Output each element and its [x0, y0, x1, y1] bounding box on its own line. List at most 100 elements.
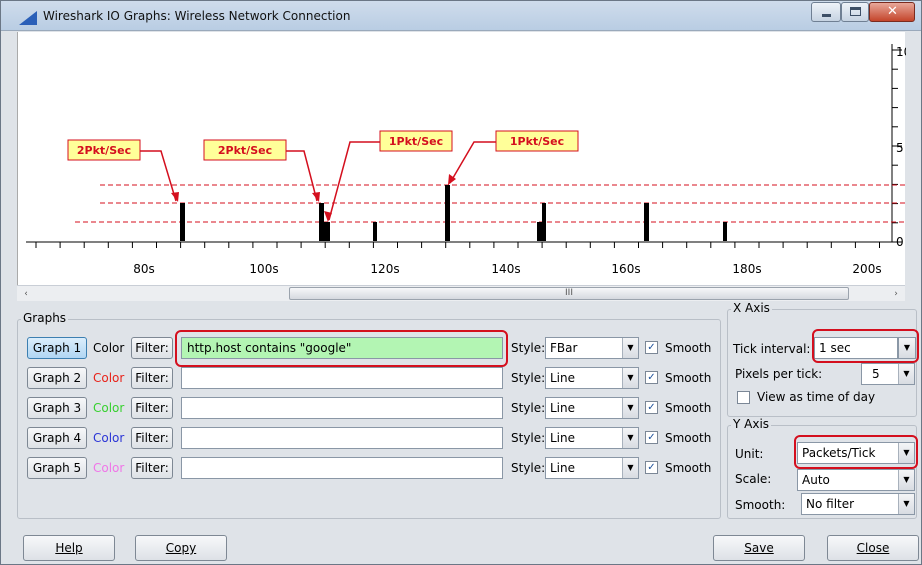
- bar-163s: [644, 203, 649, 241]
- pixels-per-tick-select[interactable]: 5 ▼: [861, 363, 915, 385]
- highlight-tick-interval: [812, 329, 919, 363]
- close-icon: ✕: [887, 4, 898, 19]
- scale-value: Auto: [802, 473, 830, 487]
- graph-3-style-value: Line: [550, 401, 576, 415]
- graph-4-smooth-checkbox[interactable]: ✓: [645, 431, 658, 444]
- graph-4-smooth-label: Smooth: [665, 431, 712, 445]
- graph-2-style-select[interactable]: Line ▼: [545, 367, 639, 389]
- graph-2-button[interactable]: Graph 2: [27, 367, 87, 389]
- graph-3-style-select[interactable]: Line ▼: [545, 397, 639, 419]
- chevron-down-icon: ▼: [898, 364, 914, 384]
- scrollbar-thumb[interactable]: III: [289, 287, 849, 300]
- graph-4-style-label: Style:: [511, 431, 546, 445]
- graph-1-button[interactable]: Graph 1: [27, 337, 87, 359]
- chevron-down-icon: ▼: [898, 494, 914, 514]
- x-tick-label: 160s: [611, 262, 640, 276]
- chevron-down-icon: ▼: [622, 428, 638, 448]
- graph-4-color-label[interactable]: Color: [93, 431, 124, 445]
- chevron-down-icon: ▼: [622, 458, 638, 478]
- y-smooth-value: No filter: [806, 497, 855, 511]
- x-tick-label: 120s: [370, 262, 399, 276]
- checkmark-icon: ✓: [647, 402, 656, 413]
- save-button[interactable]: Save: [713, 535, 805, 561]
- io-graph-canvas: 10 5 0 80s 100s 120s 140s 160s 180s 200s: [17, 32, 906, 285]
- graph-3-smooth-label: Smooth: [665, 401, 712, 415]
- graph-5-style-select[interactable]: Line ▼: [545, 457, 639, 479]
- scroll-right-arrow-icon[interactable]: ›: [889, 286, 903, 302]
- graph-2-style-label: Style:: [511, 371, 546, 385]
- graph-5-color-label[interactable]: Color: [93, 461, 124, 475]
- graph-3-filter-input[interactable]: [181, 397, 503, 419]
- wireshark-fin-icon: [19, 11, 37, 25]
- graph-4-style-value: Line: [550, 431, 576, 445]
- graph-horizontal-scrollbar[interactable]: ‹ III ›: [17, 285, 905, 301]
- graph-1-style-label: Style:: [511, 341, 546, 355]
- window-title: Wireshark IO Graphs: Wireless Network Co…: [43, 9, 351, 23]
- graph-2-smooth-checkbox[interactable]: ✓: [645, 371, 658, 384]
- bar-110s: [319, 203, 324, 241]
- graph-5-smooth-checkbox[interactable]: ✓: [645, 461, 658, 474]
- highlight-filter-1: [175, 330, 508, 367]
- copy-label: Copy: [165, 541, 197, 555]
- graph-5-filter-input[interactable]: [181, 457, 503, 479]
- graph-5-style-label: Style:: [511, 461, 546, 475]
- help-button[interactable]: Help: [23, 535, 115, 561]
- graph-4-filter-input[interactable]: [181, 427, 503, 449]
- checkmark-icon: ✓: [647, 372, 656, 383]
- graph-2-filter-button[interactable]: Filter:: [131, 367, 173, 389]
- bar-110s-b: [324, 222, 330, 241]
- graph-1-style-value: FBar: [550, 341, 578, 355]
- annotation-label: 2Pkt/Sec: [77, 144, 131, 157]
- pixels-per-tick-value: 5: [872, 367, 880, 381]
- title-bar: Wireshark IO Graphs: Wireless Network Co…: [1, 1, 921, 31]
- view-time-of-day-label: View as time of day: [757, 390, 876, 404]
- graph-3-smooth-checkbox[interactable]: ✓: [645, 401, 658, 414]
- graph-2-color-label[interactable]: Color: [93, 371, 124, 385]
- minimize-button[interactable]: [811, 2, 841, 22]
- graph-4-style-select[interactable]: Line ▼: [545, 427, 639, 449]
- graph-1-filter-button[interactable]: Filter:: [131, 337, 173, 359]
- graph-5-button[interactable]: Graph 5: [27, 457, 87, 479]
- graph-4-filter-button[interactable]: Filter:: [131, 427, 173, 449]
- x-tick-label: 180s: [732, 262, 761, 276]
- graph-3-button[interactable]: Graph 3: [27, 397, 87, 419]
- graph-3-color-label[interactable]: Color: [93, 401, 124, 415]
- view-time-of-day-checkbox[interactable]: [737, 391, 750, 404]
- graph-1-smooth-checkbox[interactable]: ✓: [645, 341, 658, 354]
- maximize-button[interactable]: [841, 2, 869, 22]
- annotation-label: 1Pkt/Sec: [389, 135, 443, 148]
- y-smooth-label: Smooth:: [735, 498, 786, 512]
- y-smooth-select[interactable]: No filter ▼: [801, 493, 915, 515]
- maximize-icon: [850, 7, 861, 16]
- graph-1-color-label[interactable]: Color: [93, 341, 124, 355]
- checkmark-icon: ✓: [647, 462, 656, 473]
- graph-2-filter-input[interactable]: [181, 367, 503, 389]
- graph-5-filter-button[interactable]: Filter:: [131, 457, 173, 479]
- graph-4-button[interactable]: Graph 4: [27, 427, 87, 449]
- save-label: Save: [744, 541, 774, 555]
- x-tick-label: 100s: [249, 262, 278, 276]
- x-tick-label: 200s: [852, 262, 881, 276]
- y-tick-label: 5: [896, 141, 904, 155]
- close-window-button[interactable]: ✕: [869, 2, 915, 22]
- graph-3-filter-button[interactable]: Filter:: [131, 397, 173, 419]
- scroll-left-arrow-icon[interactable]: ‹: [19, 286, 33, 302]
- scale-select[interactable]: Auto ▼: [797, 469, 915, 491]
- checkmark-icon: ✓: [647, 432, 656, 443]
- chevron-down-icon: ▼: [622, 398, 638, 418]
- close-label: Close: [856, 541, 890, 555]
- minimize-icon: [822, 14, 831, 17]
- pixels-per-tick-label: Pixels per tick:: [735, 367, 823, 381]
- bar-146s: [537, 222, 542, 241]
- graph-2-smooth-label: Smooth: [665, 371, 712, 385]
- graph-2-style-value: Line: [550, 371, 576, 385]
- graphs-group-title: Graphs: [21, 311, 69, 325]
- close-button[interactable]: Close: [827, 535, 919, 561]
- copy-button[interactable]: Copy: [135, 535, 227, 561]
- graph-3-style-label: Style:: [511, 401, 546, 415]
- y-tick-label: 10: [896, 45, 906, 59]
- io-graph-plot: 10 5 0 80s 100s 120s 140s 160s 180s 200s: [26, 44, 906, 276]
- help-label: Help: [55, 541, 83, 555]
- graph-1-style-select[interactable]: FBar ▼: [545, 337, 639, 359]
- x-axis-group-title: X Axis: [731, 301, 772, 315]
